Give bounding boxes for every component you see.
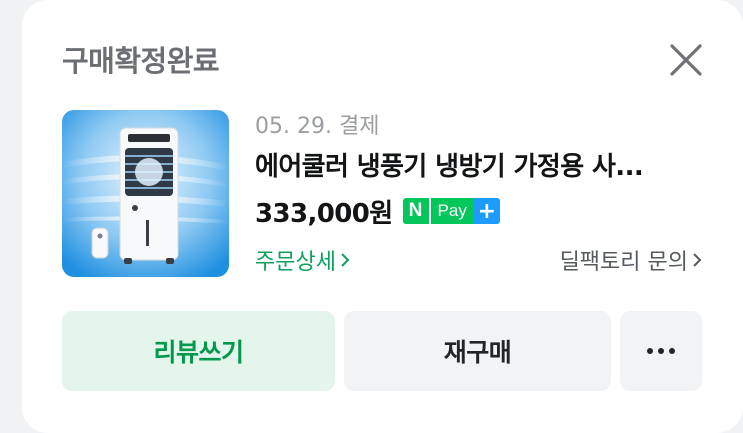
order-detail-link[interactable]: 주문상세 [255,244,351,276]
product-thumbnail[interactable] [62,110,229,277]
reorder-label: 재구매 [443,338,512,367]
product-name[interactable]: 에어쿨러 냉풍기 냉방기 가정용 사... [255,146,705,183]
product-price: 333,000원 [255,198,393,229]
price-row: 333,000원 N Pay + [255,194,500,229]
write-review-button[interactable]: 리뷰쓰기 [62,311,335,391]
more-horizontal-icon [647,348,675,354]
order-status-title: 구매확정완료 [62,44,220,78]
npay-plus-badge: N Pay + [402,198,500,224]
write-review-label: 리뷰쓰기 [153,338,244,367]
chevron-right-icon [341,253,350,267]
npay-pay-label: Pay [430,198,474,224]
seller-inquiry-label: 딜팩토리 문의 [559,250,688,275]
reorder-button[interactable]: 재구매 [344,311,611,391]
order-detail-label: 주문상세 [255,250,336,275]
order-card: 구매확정완료 05. 29. 결제 에어쿨러 냉풍기 냉방기 가정용 사... … [22,0,743,433]
order-date: 05. 29. 결제 [255,114,380,139]
close-button[interactable] [666,40,706,80]
close-icon [670,44,702,76]
npay-plus-icon: + [473,198,500,224]
more-options-button[interactable] [620,311,702,391]
npay-n-icon: N [402,198,431,224]
seller-inquiry-link[interactable]: 딜팩토리 문의 [560,244,703,276]
chevron-right-icon [693,253,702,267]
